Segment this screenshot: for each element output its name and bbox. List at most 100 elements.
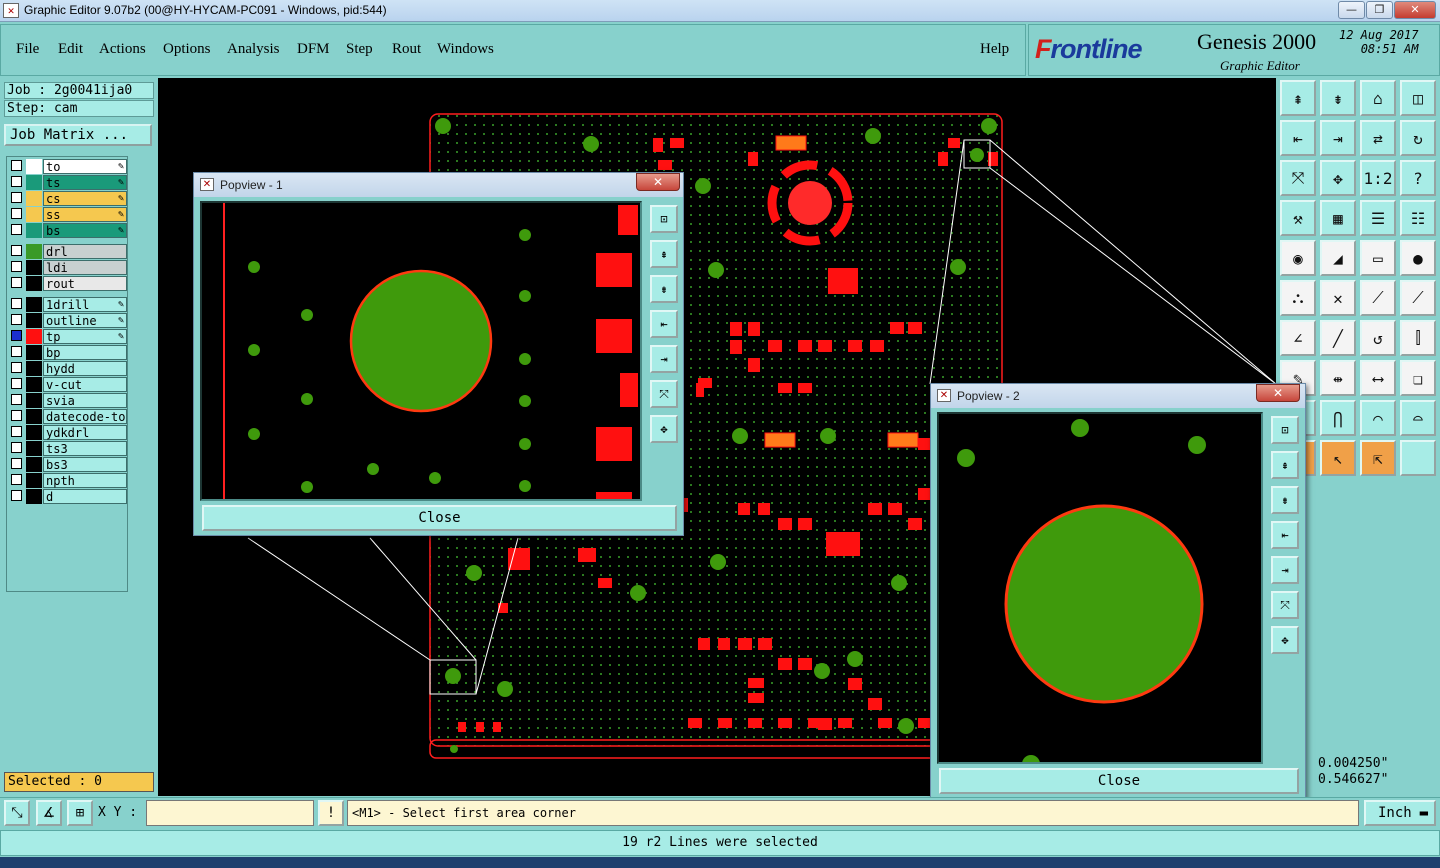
copy-icon[interactable]: ❏ xyxy=(1400,360,1436,396)
page-down-icon[interactable]: ⇟ xyxy=(1320,80,1356,116)
layer-checkbox[interactable] xyxy=(11,298,22,309)
snap-icon[interactable]: ⤡ xyxy=(4,800,30,826)
grid-icon[interactable]: ▦ xyxy=(1320,200,1356,236)
layer-row-d[interactable]: d xyxy=(9,489,127,504)
page-up-icon[interactable]: ⇞ xyxy=(1271,451,1299,479)
layer-row-datecode-to[interactable]: datecode-to xyxy=(9,409,127,424)
layer-name[interactable]: bs3 xyxy=(43,457,127,472)
pad-select-icon[interactable]: ◉ xyxy=(1280,240,1316,276)
zoom-center-icon[interactable]: ✥ xyxy=(1320,160,1356,196)
slope-icon[interactable]: ◢ xyxy=(1320,240,1356,276)
pan-left-icon[interactable]: ⇤ xyxy=(1271,521,1299,549)
layer-row-bs[interactable]: bs ✎ xyxy=(9,223,127,238)
layer-checkbox[interactable] xyxy=(11,245,22,256)
swap-icon[interactable]: ⇄ xyxy=(1360,120,1396,156)
measure-icon[interactable]: ⟷ xyxy=(1360,360,1396,396)
layer-checkbox[interactable] xyxy=(11,458,22,469)
page-down-icon[interactable]: ⇟ xyxy=(1271,486,1299,514)
layer-row-outline[interactable]: outline ✎ xyxy=(9,313,127,328)
layer-color-swatch[interactable] xyxy=(26,393,42,408)
menu-analysis[interactable]: Analysis xyxy=(227,41,280,58)
layer-row-bs3[interactable]: bs3 xyxy=(9,457,127,472)
layer-row-bp[interactable]: bp xyxy=(9,345,127,360)
arc-wide-icon[interactable]: ⋂ xyxy=(1320,400,1356,436)
layer-color-swatch[interactable] xyxy=(26,223,42,238)
layer-row-hydd[interactable]: hydd xyxy=(9,361,127,376)
layer-color-swatch[interactable] xyxy=(26,159,42,174)
angle-icon[interactable]: ∠ xyxy=(1280,320,1316,356)
layer-color-swatch[interactable] xyxy=(26,191,42,206)
circle-pad-icon[interactable]: ● xyxy=(1400,240,1436,276)
layer-name[interactable]: d xyxy=(43,489,127,504)
layer-color-swatch[interactable] xyxy=(26,377,42,392)
redraw-icon[interactable]: ↻ xyxy=(1400,120,1436,156)
layer-checkbox[interactable] xyxy=(11,362,22,373)
pan-left-icon[interactable]: ⇤ xyxy=(1280,120,1316,156)
pan-right-icon[interactable]: ⇥ xyxy=(1271,556,1299,584)
align-icon[interactable]: ⫿ xyxy=(1400,320,1436,356)
grid-snap-icon[interactable]: ⊞ xyxy=(67,800,93,826)
layer-checkbox[interactable] xyxy=(11,208,22,219)
layer-name[interactable]: outline ✎ xyxy=(43,313,127,328)
wrench-icon[interactable]: ⚒ xyxy=(1280,200,1316,236)
menu-step[interactable]: Step xyxy=(346,41,373,58)
layer-checkbox[interactable] xyxy=(11,410,22,421)
layer-checkbox[interactable] xyxy=(11,442,22,453)
layer-row-drl[interactable]: drl xyxy=(9,244,127,259)
job-matrix-button[interactable]: Job Matrix ... xyxy=(4,124,152,146)
popview-1-close-button[interactable]: Close xyxy=(202,505,677,531)
line-node-icon[interactable]: ⟋ xyxy=(1360,280,1396,316)
menu-options[interactable]: Options xyxy=(163,41,211,58)
layer-checkbox[interactable] xyxy=(11,346,22,357)
layer-checkbox[interactable] xyxy=(11,224,22,235)
layer-row-to[interactable]: to ✎ xyxy=(9,159,127,174)
layer-checkbox[interactable] xyxy=(11,261,22,272)
layer-name[interactable]: v-cut xyxy=(43,377,127,392)
layer-checkbox[interactable] xyxy=(11,192,22,203)
split-view-icon[interactable]: ◫ xyxy=(1400,80,1436,116)
layer-color-swatch[interactable] xyxy=(26,473,42,488)
layer-color-swatch[interactable] xyxy=(26,313,42,328)
layer-name[interactable]: npth xyxy=(43,473,127,488)
minimize-button[interactable]: — xyxy=(1338,1,1365,19)
move-icon[interactable]: ⇹ xyxy=(1320,360,1356,396)
popview-1-view[interactable] xyxy=(200,201,642,501)
menu-file[interactable]: File xyxy=(16,41,39,58)
layer-row-tp[interactable]: tp ✎ xyxy=(9,329,127,344)
connect-icon[interactable]: ⛬ xyxy=(1280,280,1316,316)
layer-checkbox[interactable] xyxy=(11,490,22,501)
layer-color-swatch[interactable] xyxy=(26,276,42,291)
warning-icon[interactable]: ! xyxy=(318,800,344,826)
layer-color-swatch[interactable] xyxy=(26,244,42,259)
layer-color-swatch[interactable] xyxy=(26,329,42,344)
unit-selector[interactable]: Inch ▬ xyxy=(1364,800,1436,826)
popview-1-close-x[interactable]: ✕ xyxy=(636,173,680,191)
layer-row-ldi[interactable]: ldi xyxy=(9,260,127,275)
layer-color-swatch[interactable] xyxy=(26,207,42,222)
layer-stack-active-icon[interactable]: ☷ xyxy=(1400,200,1436,236)
layer-name[interactable]: drl xyxy=(43,244,127,259)
layer-checkbox[interactable] xyxy=(11,176,22,187)
menu-help[interactable]: Help xyxy=(980,41,1009,58)
pan-left-icon[interactable]: ⇤ xyxy=(650,310,678,338)
layer-checkbox[interactable] xyxy=(11,314,22,325)
zoom-fit-icon[interactable]: ⤧ xyxy=(1280,160,1316,196)
line-node-alt-icon[interactable]: ⟋ xyxy=(1400,280,1436,316)
menu-windows[interactable]: Windows xyxy=(437,41,494,58)
layer-row-svia[interactable]: svia xyxy=(9,393,127,408)
layer-name[interactable]: svia xyxy=(43,393,127,408)
help-query-icon[interactable]: ? xyxy=(1400,160,1436,196)
layer-name[interactable]: to ✎ xyxy=(43,159,127,174)
layer-checkbox[interactable] xyxy=(11,394,22,405)
layer-row-ydkdrl[interactable]: ydkdrl xyxy=(9,425,127,440)
layer-name[interactable]: ldi xyxy=(43,260,127,275)
cursor-multi-icon[interactable]: ⇱ xyxy=(1360,440,1396,476)
scale-1-2-icon[interactable]: 1:2 xyxy=(1360,160,1396,196)
page-up-icon[interactable]: ⇞ xyxy=(650,240,678,268)
layer-name[interactable]: hydd xyxy=(43,361,127,376)
layer-color-swatch[interactable] xyxy=(26,260,42,275)
layer-color-swatch[interactable] xyxy=(26,425,42,440)
layer-name[interactable]: ts ✎ xyxy=(43,175,127,190)
layer-color-swatch[interactable] xyxy=(26,345,42,360)
page-up-icon[interactable]: ⇞ xyxy=(1280,80,1316,116)
